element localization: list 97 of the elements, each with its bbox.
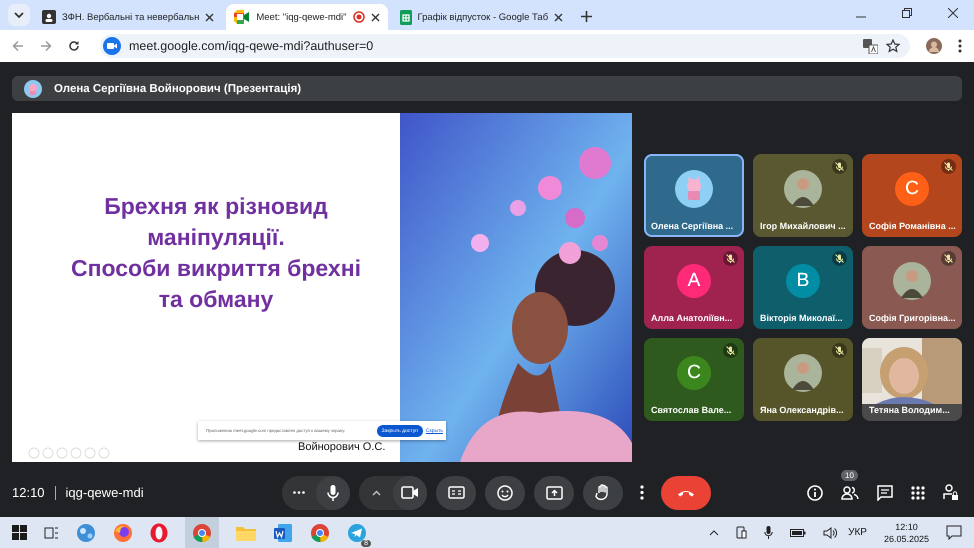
camera-button[interactable] [393, 476, 427, 510]
participant-tile[interactable]: А Алла Анатоліївн... [644, 246, 744, 330]
meeting-code: iqg-qewe-mdi [66, 485, 144, 500]
participant-count: 10 [841, 470, 858, 481]
translate-icon[interactable] [863, 38, 878, 54]
cat-figurine-icon [675, 170, 713, 208]
captions-icon [448, 486, 464, 500]
chevron-down-icon [14, 12, 24, 18]
microphone-icon[interactable] [764, 526, 774, 539]
forward-icon[interactable] [40, 40, 52, 52]
tab-title: ЗФН. Вербальні та невербальн [62, 12, 200, 22]
participant-name: Софія Григорівна... [869, 313, 956, 324]
chrome-taskbar-button[interactable] [185, 517, 219, 548]
avatar-initial: С [677, 356, 711, 390]
more-icon [293, 491, 305, 494]
opera-icon[interactable] [150, 522, 168, 542]
participant-tile[interactable]: С Святослав Вале... [644, 338, 744, 422]
restore-icon[interactable] [902, 8, 912, 18]
present-screen-icon [546, 486, 562, 500]
meeting-time: 12:10 [12, 485, 45, 500]
new-tab-icon[interactable] [581, 11, 592, 22]
document-app-icon[interactable] [273, 522, 293, 542]
captions-button[interactable] [436, 476, 476, 510]
chevron-up-icon[interactable] [709, 530, 720, 536]
presenter-name: Олена Сергіївна Войнорович (Презентація) [54, 82, 302, 95]
person-board-icon [42, 10, 56, 24]
raise-hand-button[interactable] [583, 476, 623, 510]
participant-name: Тетяна Володим... [869, 405, 950, 416]
chat-icon[interactable] [877, 484, 893, 501]
star-icon[interactable] [886, 39, 900, 53]
reload-icon[interactable] [68, 40, 80, 52]
url-text: meet.google.com/iqg-qewe-mdi?authuser=0 [129, 39, 374, 53]
task-view-icon[interactable] [44, 526, 59, 540]
present-screen-button[interactable] [534, 476, 574, 510]
participant-tile[interactable]: Яна Олександрів... [753, 338, 853, 422]
tab-title: Графік відпусток - Google Таб [418, 12, 548, 22]
video-camera-icon [401, 486, 419, 500]
phone-hangup-icon [677, 488, 695, 497]
taskbar-date: 26.05.2025 [884, 532, 929, 544]
microphone-button[interactable] [316, 476, 350, 510]
chevron-up-icon [372, 490, 380, 496]
participant-name: Яна Олександрів... [760, 405, 844, 416]
language-indicator[interactable]: УКР [848, 527, 867, 538]
info-icon[interactable] [807, 484, 823, 501]
reactions-button[interactable] [485, 476, 525, 510]
participant-tile[interactable]: С Софія Романівна ... [862, 154, 962, 238]
browser-tab[interactable]: ЗФН. Вербальні та невербальн [34, 4, 222, 30]
close-icon[interactable] [554, 12, 564, 22]
participant-tile[interactable]: Ігор Михайлович ... [753, 154, 853, 238]
participant-name: Вікторія Миколаї... [760, 313, 842, 324]
close-icon[interactable] [370, 12, 380, 22]
globe-app-icon[interactable] [76, 522, 96, 542]
firefox-icon[interactable] [113, 522, 133, 542]
chrome-icon[interactable] [310, 522, 330, 542]
address-bar[interactable]: meet.google.com/iqg-qewe-mdi?authuser=0 [100, 34, 910, 58]
microphone-icon [327, 484, 339, 501]
video-camera-icon [103, 37, 121, 55]
spreadsheet-icon [400, 10, 412, 24]
leave-call-button[interactable] [661, 476, 711, 510]
participant-name: Алла Анатоліївн... [651, 313, 732, 324]
people-icon[interactable] [841, 486, 859, 500]
phone-link-icon[interactable] [736, 526, 748, 539]
avatar-initial: В [786, 264, 820, 298]
back-icon[interactable] [12, 40, 24, 52]
video-camera-icon [234, 10, 250, 24]
slide-author: Войнорович О.С. [298, 441, 386, 454]
smiley-icon [497, 484, 513, 501]
notifications-icon[interactable] [946, 525, 962, 540]
participant-name: Святослав Вале... [651, 405, 732, 416]
speaker-icon[interactable] [823, 526, 838, 538]
participant-tile[interactable]: Олена Сергіївна ... [644, 154, 744, 238]
participant-name: Ігор Михайлович ... [760, 221, 846, 232]
participant-tile[interactable]: Софія Григорівна... [862, 246, 962, 330]
taskbar-time: 12:10 [895, 520, 918, 532]
slide-title: Брехня як різновид маніпуляції. Способи викриття брехні та обману [71, 192, 361, 314]
tab-title: Meet: "iqg-qewe-mdi" [256, 12, 347, 22]
participant-tile[interactable]: В Вікторія Миколаї... [753, 246, 853, 330]
close-icon[interactable] [948, 8, 958, 18]
browser-tab[interactable]: Meet: "iqg-qewe-mdi" [226, 4, 388, 30]
participant-name: Олена Сергіївна ... [651, 221, 734, 232]
participant-name: Софія Романівна ... [869, 221, 956, 232]
windows-start-icon[interactable] [12, 525, 27, 540]
avatar-initial: А [677, 264, 711, 298]
lock-person-icon[interactable] [943, 484, 958, 502]
tab-search-button[interactable] [8, 4, 30, 26]
more-icon[interactable] [958, 39, 962, 53]
avatar-initial: С [895, 172, 929, 206]
apps-grid-icon[interactable] [911, 486, 925, 500]
avatar-icon[interactable] [926, 38, 942, 54]
browser-tab[interactable]: Графік відпусток - Google Таб [392, 4, 572, 30]
battery-icon[interactable] [790, 528, 806, 538]
avatar-icon [24, 80, 42, 98]
more-icon [640, 485, 644, 500]
participant-tile[interactable]: Тетяна Володим... [862, 338, 962, 422]
chrome-icon [192, 522, 212, 542]
minimize-icon[interactable] [856, 16, 866, 18]
close-icon[interactable] [205, 12, 214, 22]
